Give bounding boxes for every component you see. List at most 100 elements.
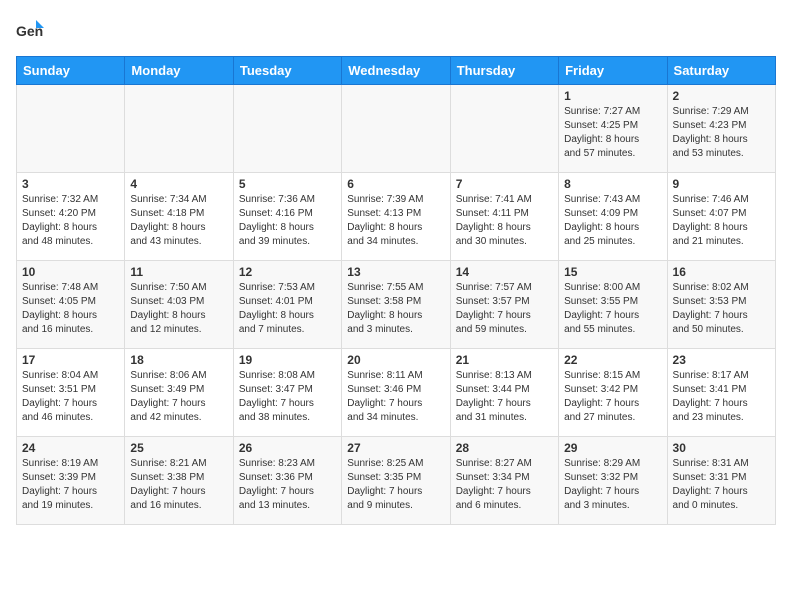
day-number: 24 — [22, 441, 119, 455]
day-number: 20 — [347, 353, 444, 367]
day-number: 22 — [564, 353, 661, 367]
calendar-cell: 12Sunrise: 7:53 AM Sunset: 4:01 PM Dayli… — [233, 261, 341, 349]
logo-icon: Gen — [16, 16, 44, 44]
calendar-cell: 30 Sunrise: 8:31 AM Sunset: 3:31 PM Dayli… — [667, 437, 775, 525]
weekday-header-friday: Friday — [559, 57, 667, 85]
calendar-cell: 25 Sunrise: 8:21 AM Sunset: 3:38 PM Dayli… — [125, 437, 233, 525]
calendar-week-2: 3Sunrise: 7:32 AM Sunset: 4:20 PM Daylig… — [17, 173, 776, 261]
calendar-cell: 2Sunrise: 7:29 AM Sunset: 4:23 PM Daylig… — [667, 85, 775, 173]
calendar-week-5: 24 Sunrise: 8:19 AM Sunset: 3:39 PM Dayli… — [17, 437, 776, 525]
day-number: 14 — [456, 265, 553, 279]
day-number: 19 — [239, 353, 336, 367]
calendar-cell — [233, 85, 341, 173]
calendar-cell: 28 Sunrise: 8:27 AM Sunset: 3:34 PM Dayli… — [450, 437, 558, 525]
day-number: 25 — [130, 441, 227, 455]
day-number: 29 — [564, 441, 661, 455]
day-number: 10 — [22, 265, 119, 279]
day-info: Sunrise: 7:36 AM Sunset: 4:16 PM Dayligh… — [239, 193, 336, 249]
calendar-cell: 5 Sunrise: 7:36 AM Sunset: 4:16 PM Daylig… — [233, 173, 341, 261]
calendar-cell: 19 Sunrise: 8:08 AM Sunset: 3:47 PM Dayli… — [233, 349, 341, 437]
calendar-cell: 21 Sunrise: 8:13 AM Sunset: 3:44 PM Dayli… — [450, 349, 558, 437]
day-info: Sunrise: 7:57 AM Sunset: 3:57 PM Dayligh… — [456, 281, 553, 337]
day-info: Sunrise: 8:06 AM Sunset: 3:49 PM Dayligh… — [130, 369, 227, 425]
calendar-cell: 17Sunrise: 8:04 AM Sunset: 3:51 PM Dayli… — [17, 349, 125, 437]
day-info: Sunrise: 7:48 AM Sunset: 4:05 PM Dayligh… — [22, 281, 119, 337]
logo: Gen — [16, 16, 48, 44]
calendar-cell: 22 Sunrise: 8:15 AM Sunset: 3:42 PM Dayli… — [559, 349, 667, 437]
calendar-cell: 15 Sunrise: 8:00 AM Sunset: 3:55 PM Dayli… — [559, 261, 667, 349]
day-number: 16 — [673, 265, 770, 279]
day-info: Sunrise: 7:27 AM Sunset: 4:25 PM Dayligh… — [564, 105, 661, 161]
day-info: Sunrise: 8:29 AM Sunset: 3:32 PM Dayligh… — [564, 457, 661, 513]
day-number: 15 — [564, 265, 661, 279]
day-number: 8 — [564, 177, 661, 191]
calendar-week-1: 1 Sunrise: 7:27 AM Sunset: 4:25 PM Daylig… — [17, 85, 776, 173]
day-info: Sunrise: 7:39 AM Sunset: 4:13 PM Dayligh… — [347, 193, 444, 249]
day-number: 18 — [130, 353, 227, 367]
day-info: Sunrise: 8:13 AM Sunset: 3:44 PM Dayligh… — [456, 369, 553, 425]
calendar-cell: 27 Sunrise: 8:25 AM Sunset: 3:35 PM Dayli… — [342, 437, 450, 525]
day-info: Sunrise: 8:19 AM Sunset: 3:39 PM Dayligh… — [22, 457, 119, 513]
calendar-cell: 26Sunrise: 8:23 AM Sunset: 3:36 PM Dayli… — [233, 437, 341, 525]
day-number: 21 — [456, 353, 553, 367]
day-number: 27 — [347, 441, 444, 455]
day-number: 5 — [239, 177, 336, 191]
weekday-header-monday: Monday — [125, 57, 233, 85]
calendar-cell: 24 Sunrise: 8:19 AM Sunset: 3:39 PM Dayli… — [17, 437, 125, 525]
day-info: Sunrise: 7:41 AM Sunset: 4:11 PM Dayligh… — [456, 193, 553, 249]
day-number: 6 — [347, 177, 444, 191]
day-info: Sunrise: 7:50 AM Sunset: 4:03 PM Dayligh… — [130, 281, 227, 337]
day-info: Sunrise: 8:04 AM Sunset: 3:51 PM Dayligh… — [22, 369, 119, 425]
calendar-cell — [342, 85, 450, 173]
day-info: Sunrise: 8:27 AM Sunset: 3:34 PM Dayligh… — [456, 457, 553, 513]
calendar-cell — [450, 85, 558, 173]
day-info: Sunrise: 7:34 AM Sunset: 4:18 PM Dayligh… — [130, 193, 227, 249]
day-info: Sunrise: 8:31 AM Sunset: 3:31 PM Dayligh… — [673, 457, 770, 513]
weekday-header-sunday: Sunday — [17, 57, 125, 85]
calendar-week-3: 10 Sunrise: 7:48 AM Sunset: 4:05 PM Dayli… — [17, 261, 776, 349]
day-number: 26 — [239, 441, 336, 455]
calendar-cell: 13Sunrise: 7:55 AM Sunset: 3:58 PM Dayli… — [342, 261, 450, 349]
calendar-cell: 10 Sunrise: 7:48 AM Sunset: 4:05 PM Dayli… — [17, 261, 125, 349]
day-number: 30 — [673, 441, 770, 455]
calendar-cell: 3Sunrise: 7:32 AM Sunset: 4:20 PM Daylig… — [17, 173, 125, 261]
day-info: Sunrise: 7:32 AM Sunset: 4:20 PM Dayligh… — [22, 193, 119, 249]
day-info: Sunrise: 8:17 AM Sunset: 3:41 PM Dayligh… — [673, 369, 770, 425]
day-number: 1 — [564, 89, 661, 103]
day-number: 12 — [239, 265, 336, 279]
weekday-header-tuesday: Tuesday — [233, 57, 341, 85]
calendar-cell: 9 Sunrise: 7:46 AM Sunset: 4:07 PM Daylig… — [667, 173, 775, 261]
day-number: 11 — [130, 265, 227, 279]
day-number: 9 — [673, 177, 770, 191]
day-info: Sunrise: 8:15 AM Sunset: 3:42 PM Dayligh… — [564, 369, 661, 425]
day-info: Sunrise: 7:29 AM Sunset: 4:23 PM Dayligh… — [673, 105, 770, 161]
calendar-cell: 11 Sunrise: 7:50 AM Sunset: 4:03 PM Dayli… — [125, 261, 233, 349]
day-info: Sunrise: 8:08 AM Sunset: 3:47 PM Dayligh… — [239, 369, 336, 425]
day-info: Sunrise: 8:02 AM Sunset: 3:53 PM Dayligh… — [673, 281, 770, 337]
weekday-header-thursday: Thursday — [450, 57, 558, 85]
day-info: Sunrise: 8:25 AM Sunset: 3:35 PM Dayligh… — [347, 457, 444, 513]
day-number: 28 — [456, 441, 553, 455]
day-number: 23 — [673, 353, 770, 367]
day-info: Sunrise: 8:21 AM Sunset: 3:38 PM Dayligh… — [130, 457, 227, 513]
day-info: Sunrise: 7:46 AM Sunset: 4:07 PM Dayligh… — [673, 193, 770, 249]
calendar-cell: 29 Sunrise: 8:29 AM Sunset: 3:32 PM Dayli… — [559, 437, 667, 525]
day-info: Sunrise: 8:00 AM Sunset: 3:55 PM Dayligh… — [564, 281, 661, 337]
calendar-cell: 16 Sunrise: 8:02 AM Sunset: 3:53 PM Dayli… — [667, 261, 775, 349]
calendar-week-4: 17Sunrise: 8:04 AM Sunset: 3:51 PM Dayli… — [17, 349, 776, 437]
calendar-cell: 4Sunrise: 7:34 AM Sunset: 4:18 PM Daylig… — [125, 173, 233, 261]
calendar-cell: 6 Sunrise: 7:39 AM Sunset: 4:13 PM Daylig… — [342, 173, 450, 261]
calendar-cell — [125, 85, 233, 173]
calendar-table: SundayMondayTuesdayWednesdayThursdayFrid… — [16, 56, 776, 525]
day-info: Sunrise: 8:11 AM Sunset: 3:46 PM Dayligh… — [347, 369, 444, 425]
calendar-cell: 1 Sunrise: 7:27 AM Sunset: 4:25 PM Daylig… — [559, 85, 667, 173]
calendar-cell: 14 Sunrise: 7:57 AM Sunset: 3:57 PM Dayli… — [450, 261, 558, 349]
calendar-cell: 8Sunrise: 7:43 AM Sunset: 4:09 PM Daylig… — [559, 173, 667, 261]
calendar-header-row: SundayMondayTuesdayWednesdayThursdayFrid… — [17, 57, 776, 85]
calendar-cell — [17, 85, 125, 173]
calendar-cell: 7Sunrise: 7:41 AM Sunset: 4:11 PM Daylig… — [450, 173, 558, 261]
day-info: Sunrise: 7:55 AM Sunset: 3:58 PM Dayligh… — [347, 281, 444, 337]
page-header: Gen — [16, 16, 776, 44]
weekday-header-wednesday: Wednesday — [342, 57, 450, 85]
calendar-cell: 18 Sunrise: 8:06 AM Sunset: 3:49 PM Dayli… — [125, 349, 233, 437]
